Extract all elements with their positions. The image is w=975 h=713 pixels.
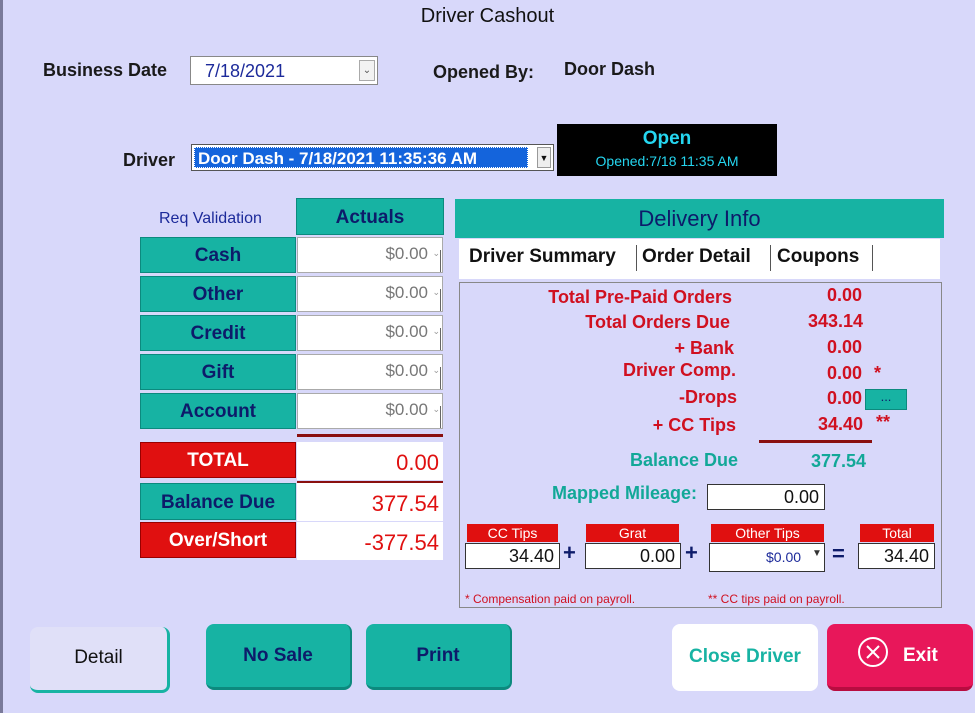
- opened-by-label: Opened By:: [433, 62, 535, 82]
- mapped-mileage-input[interactable]: 0.00: [707, 484, 825, 510]
- summary-value: 34.40: [817, 414, 863, 434]
- delivery-info-header: Delivery Info: [455, 199, 944, 238]
- grat-tag: Grat: [586, 524, 679, 542]
- spin-icon: ⌄: [432, 287, 440, 297]
- equals-sign: =: [832, 541, 845, 566]
- business-date-label: Business Date: [43, 60, 168, 80]
- other-tips-input[interactable]: $0.00 ▼: [709, 543, 825, 572]
- exit-label: Exit: [903, 645, 938, 666]
- summary-label: Total Pre-Paid Orders: [548, 287, 732, 307]
- window-edge: [0, 0, 3, 713]
- summary-mark: **: [876, 412, 891, 432]
- account-amount-value: $0.00: [385, 400, 428, 419]
- driver-label: Driver: [123, 150, 176, 170]
- cash-amount-value: $0.00: [385, 244, 428, 263]
- print-button[interactable]: Print: [366, 624, 512, 690]
- other-label: Other: [140, 276, 296, 312]
- divider: [759, 440, 872, 443]
- note-cc-tips: ** CC tips paid on payroll.: [708, 592, 845, 606]
- status-opened: Opened:7/18 11:35 AM: [595, 153, 739, 169]
- driver-selected-value: Door Dash - 7/18/2021 11:35:36 AM: [194, 147, 528, 168]
- over-short-label: Over/Short: [140, 522, 296, 558]
- cash-amount-input[interactable]: $0.00 ⌄: [297, 237, 443, 273]
- summary-value: 0.00: [826, 337, 862, 357]
- page-title: Driver Cashout: [420, 5, 555, 27]
- divider: [297, 434, 443, 437]
- spin-icon: ⌄: [432, 248, 440, 258]
- gift-amount-value: $0.00: [385, 361, 428, 380]
- tab-coupons[interactable]: Coupons: [773, 243, 863, 273]
- total-tips-value: 34.40: [858, 543, 935, 569]
- account-label: Account: [140, 393, 296, 429]
- close-driver-button[interactable]: Close Driver: [672, 624, 818, 691]
- account-amount-input[interactable]: $0.00 ⌄: [297, 393, 443, 429]
- other-amount-value: $0.00: [385, 283, 428, 302]
- spin-icon: ⌄: [432, 365, 440, 375]
- dropdown-arrow-icon[interactable]: ▼: [537, 147, 551, 168]
- total-value: 0.00: [297, 442, 443, 480]
- over-short-value: -377.54: [297, 522, 443, 560]
- business-date-value: 7/18/2021: [205, 61, 286, 81]
- gift-amount-input[interactable]: $0.00 ⌄: [297, 354, 443, 390]
- summary-label: + Bank: [674, 338, 734, 358]
- tab-order-detail[interactable]: Order Detail: [638, 243, 755, 273]
- summary-label: Total Orders Due: [585, 312, 730, 332]
- plus-sign: +: [685, 540, 698, 565]
- req-validation-label: Req Validation: [159, 210, 262, 227]
- other-amount-input[interactable]: $0.00 ⌄: [297, 276, 443, 312]
- note-compensation: * Compensation paid on payroll.: [465, 592, 636, 606]
- balance-due-value: 377.54: [297, 483, 443, 521]
- summary-value: 0.00: [826, 388, 862, 408]
- driver-status-box: Open Opened:7/18 11:35 AM: [557, 124, 777, 176]
- dropdown-arrow-icon[interactable]: ▼: [812, 548, 822, 559]
- opened-by-value: Door Dash: [564, 59, 656, 79]
- other-tips-value: $0.00: [766, 549, 802, 565]
- total-tips-tag: Total: [860, 524, 934, 542]
- cc-tips-tag: CC Tips: [467, 524, 558, 542]
- summary-value: 343.14: [807, 311, 863, 331]
- plus-sign: +: [563, 540, 576, 565]
- delivery-balance-due-label: Balance Due: [629, 450, 738, 470]
- actuals-header: Actuals: [296, 198, 444, 235]
- tabs-bar: Driver Summary Order Detail Coupons: [459, 239, 940, 279]
- summary-value: 0.00: [826, 363, 862, 383]
- status-state: Open: [642, 128, 692, 149]
- detail-button[interactable]: Detail: [30, 627, 170, 693]
- gift-label: Gift: [140, 354, 296, 390]
- grat-input[interactable]: 0.00: [585, 543, 681, 569]
- credit-amount-value: $0.00: [385, 322, 428, 341]
- credit-label: Credit: [140, 315, 296, 351]
- no-sale-button[interactable]: No Sale: [206, 624, 352, 690]
- summary-value: 0.00: [826, 285, 862, 305]
- chevron-down-icon[interactable]: ⌄: [359, 60, 375, 81]
- summary-label: + CC Tips: [652, 415, 736, 435]
- mapped-mileage-label: Mapped Mileage:: [551, 483, 697, 503]
- delivery-balance-due-value: 377.54: [810, 451, 866, 471]
- spin-icon: ⌄: [432, 404, 440, 414]
- business-date-picker[interactable]: 7/18/2021 ⌄: [190, 56, 378, 85]
- spin-icon: ⌄: [432, 326, 440, 336]
- summary-mark: *: [874, 363, 882, 383]
- summary-label: -Drops: [679, 387, 737, 407]
- total-label: TOTAL: [140, 442, 296, 478]
- exit-button[interactable]: Exit: [827, 624, 973, 691]
- drops-detail-button[interactable]: ...: [865, 389, 907, 410]
- cc-tips-input[interactable]: 34.40: [465, 543, 560, 569]
- summary-label: Driver Comp.: [622, 360, 736, 380]
- driver-select[interactable]: Door Dash - 7/18/2021 11:35:36 AM ▼: [191, 144, 554, 171]
- credit-amount-input[interactable]: $0.00 ⌄: [297, 315, 443, 351]
- balance-due-label: Balance Due: [140, 483, 296, 520]
- cash-label: Cash: [140, 237, 296, 273]
- close-circle-icon: [858, 637, 888, 667]
- other-tips-tag: Other Tips: [711, 524, 824, 542]
- tab-driver-summary[interactable]: Driver Summary: [465, 243, 620, 273]
